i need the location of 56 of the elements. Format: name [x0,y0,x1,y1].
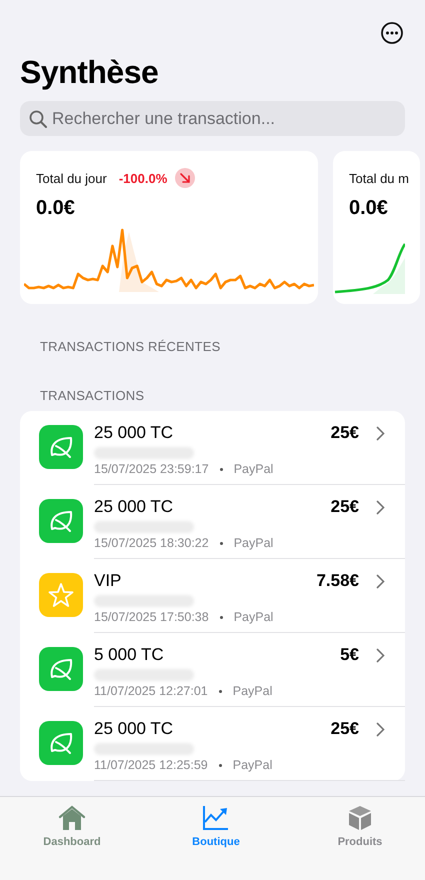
chevron-icon [376,500,385,514]
change-percent: -100.0% [118,170,168,186]
separator-dot [218,690,222,692]
leaf-icon [39,721,83,765]
transaction-amount: 25€ [330,497,359,517]
transaction-row[interactable]: 5 000 TC 5€ 11/07/2025 12:27:01 PayPal [20,633,405,707]
chevron-icon [376,648,385,662]
payment-method: PayPal [234,462,274,476]
more-icon [381,22,403,44]
leaf-icon [39,499,83,543]
transaction-date: 15/07/2025 17:50:38 [94,610,209,624]
transaction-row[interactable]: 25 000 TC 25€ 15/07/2025 23:59:17 PayPal [20,411,405,485]
box-icon [347,805,373,831]
card-amount: 0.0€ [35,196,76,220]
chevron-icon [376,722,385,736]
transaction-amount: 7.58€ [316,571,359,591]
transaction-row[interactable]: 25 000 TC 25€ 11/07/2025 12:25:59 PayPal [20,707,405,781]
separator-dot [220,616,223,618]
transaction-date: 15/07/2025 23:59:17 [94,462,209,476]
transaction-title: 25 000 TC [94,497,174,517]
transaction-row[interactable]: VIP 7.58€ 15/07/2025 17:50:38 PayPal [20,559,405,633]
transaction-row[interactable]: 25 000 TC 25€ 15/07/2025 18:30:22 PayPal [20,485,405,559]
chevron-icon [376,426,385,440]
separator-dot [220,468,223,470]
more-button[interactable] [381,22,403,44]
house-icon [58,805,86,831]
card-amount: 0.0€ [348,196,389,220]
transaction-amount: 5€ [340,645,359,665]
section-heading: TRANSACTIONS [40,388,146,403]
transaction-amount: 25€ [330,423,359,443]
transaction-title: 25 000 TC [94,423,174,443]
card-label: Total du jour [36,170,107,186]
leaf-icon [39,647,83,691]
leaf-icon [39,425,83,469]
summary-card[interactable]: Total du m 0.0€ [333,151,420,304]
transaction-date: 11/07/2025 12:25:59 [94,758,208,772]
search-icon [29,110,47,128]
page-title: Synthèse [20,54,160,91]
transaction-title: VIP [94,571,122,591]
payment-method: PayPal [234,610,274,624]
payment-method: PayPal [234,536,274,550]
transaction-amount: 25€ [330,719,359,739]
separator-dot [220,542,223,544]
transaction-date: 11/07/2025 12:27:01 [94,684,208,698]
summary-card[interactable]: Total du jour -100.0% 0.0€ [20,151,318,304]
section-heading: TRANSACTIONS RÉCENTES [40,339,222,354]
payment-method: PayPal [232,758,272,772]
transaction-date: 15/07/2025 18:30:22 [94,536,209,550]
separator-dot [218,764,222,766]
transaction-title: 25 000 TC [94,719,174,739]
chart-icon [202,805,230,831]
payment-method: PayPal [232,684,272,698]
card-label: Total du m [349,170,409,186]
search-field[interactable]: Rechercher une transaction... [20,101,405,136]
chevron-icon [376,574,385,588]
transaction-title: 5 000 TC [94,645,165,665]
